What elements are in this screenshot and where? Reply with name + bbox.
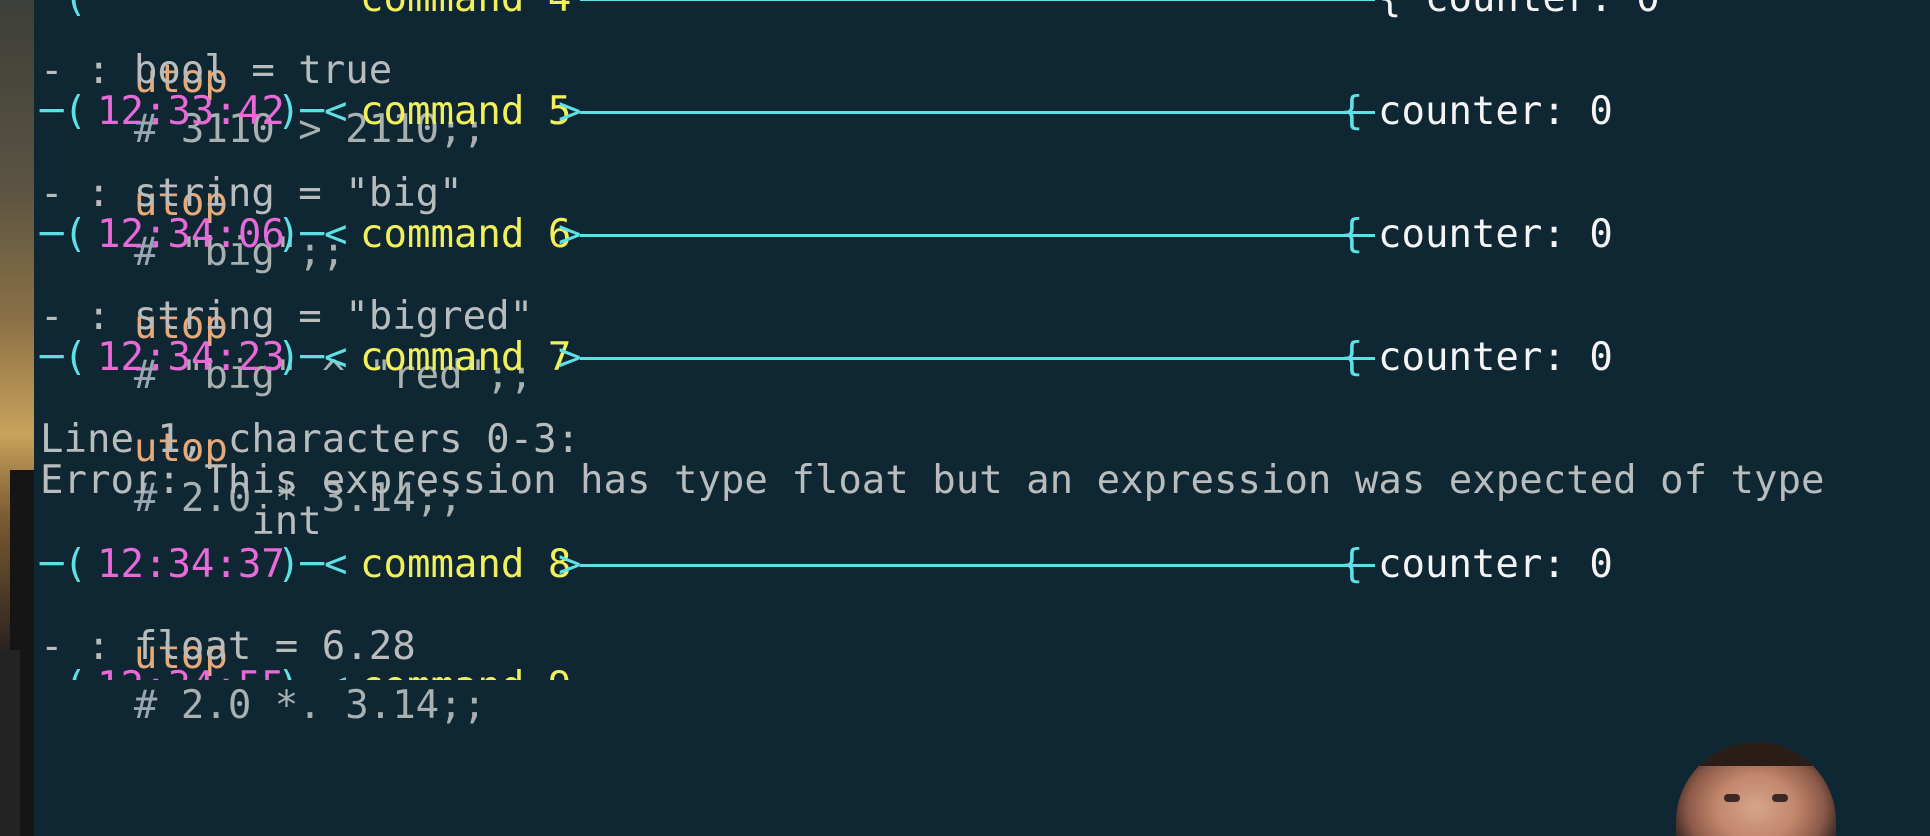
status-counter: counter: 0 xyxy=(1378,212,1613,257)
status-counter: counter: 0 xyxy=(1378,89,1613,134)
status-command-close: > xyxy=(558,335,582,380)
status-time: 12:34:55 xyxy=(97,662,285,680)
status-counter: counter: 0 xyxy=(1378,542,1613,587)
presenter-webcam-overlay xyxy=(1676,742,1836,836)
status-separator xyxy=(580,564,1375,567)
status-counter: { counter: 0 xyxy=(1378,0,1660,24)
status-open-glyph: ─( xyxy=(40,662,87,680)
status-separator xyxy=(580,111,1375,114)
status-separator xyxy=(580,357,1375,360)
prompt-hash: # xyxy=(133,683,158,728)
status-counter: counter: 0 xyxy=(1378,335,1613,380)
status-command: command 9 xyxy=(360,662,571,680)
status-command-close: > xyxy=(558,212,582,257)
input-code: 2.0 *. 3.14;; xyxy=(157,683,487,728)
status-command: command 5 xyxy=(360,89,572,134)
status-counter-open: { xyxy=(1340,335,1364,380)
presenter-eye-right xyxy=(1772,794,1788,802)
status-counter-open: { xyxy=(1340,212,1364,257)
presenter-hair xyxy=(1696,742,1816,766)
video-background-strip xyxy=(0,0,34,836)
status-close-glyph: )─< xyxy=(277,662,347,680)
status-counter-open: { xyxy=(1340,542,1364,587)
status-counter-open: { xyxy=(1340,89,1364,134)
status-separator xyxy=(580,234,1375,237)
background-shadow-lower xyxy=(0,650,20,836)
utop-terminal[interactable]: ─( command 4 { counter: 0 utop # 3110 > … xyxy=(34,0,1930,836)
presenter-eye-left xyxy=(1724,794,1740,802)
status-command-close: > xyxy=(558,89,582,134)
status-line-partial-bottom: ─( 12:34:55 )─< command 9 xyxy=(40,662,1930,680)
status-command-close: > xyxy=(558,542,582,587)
status-separator xyxy=(580,0,1375,1)
